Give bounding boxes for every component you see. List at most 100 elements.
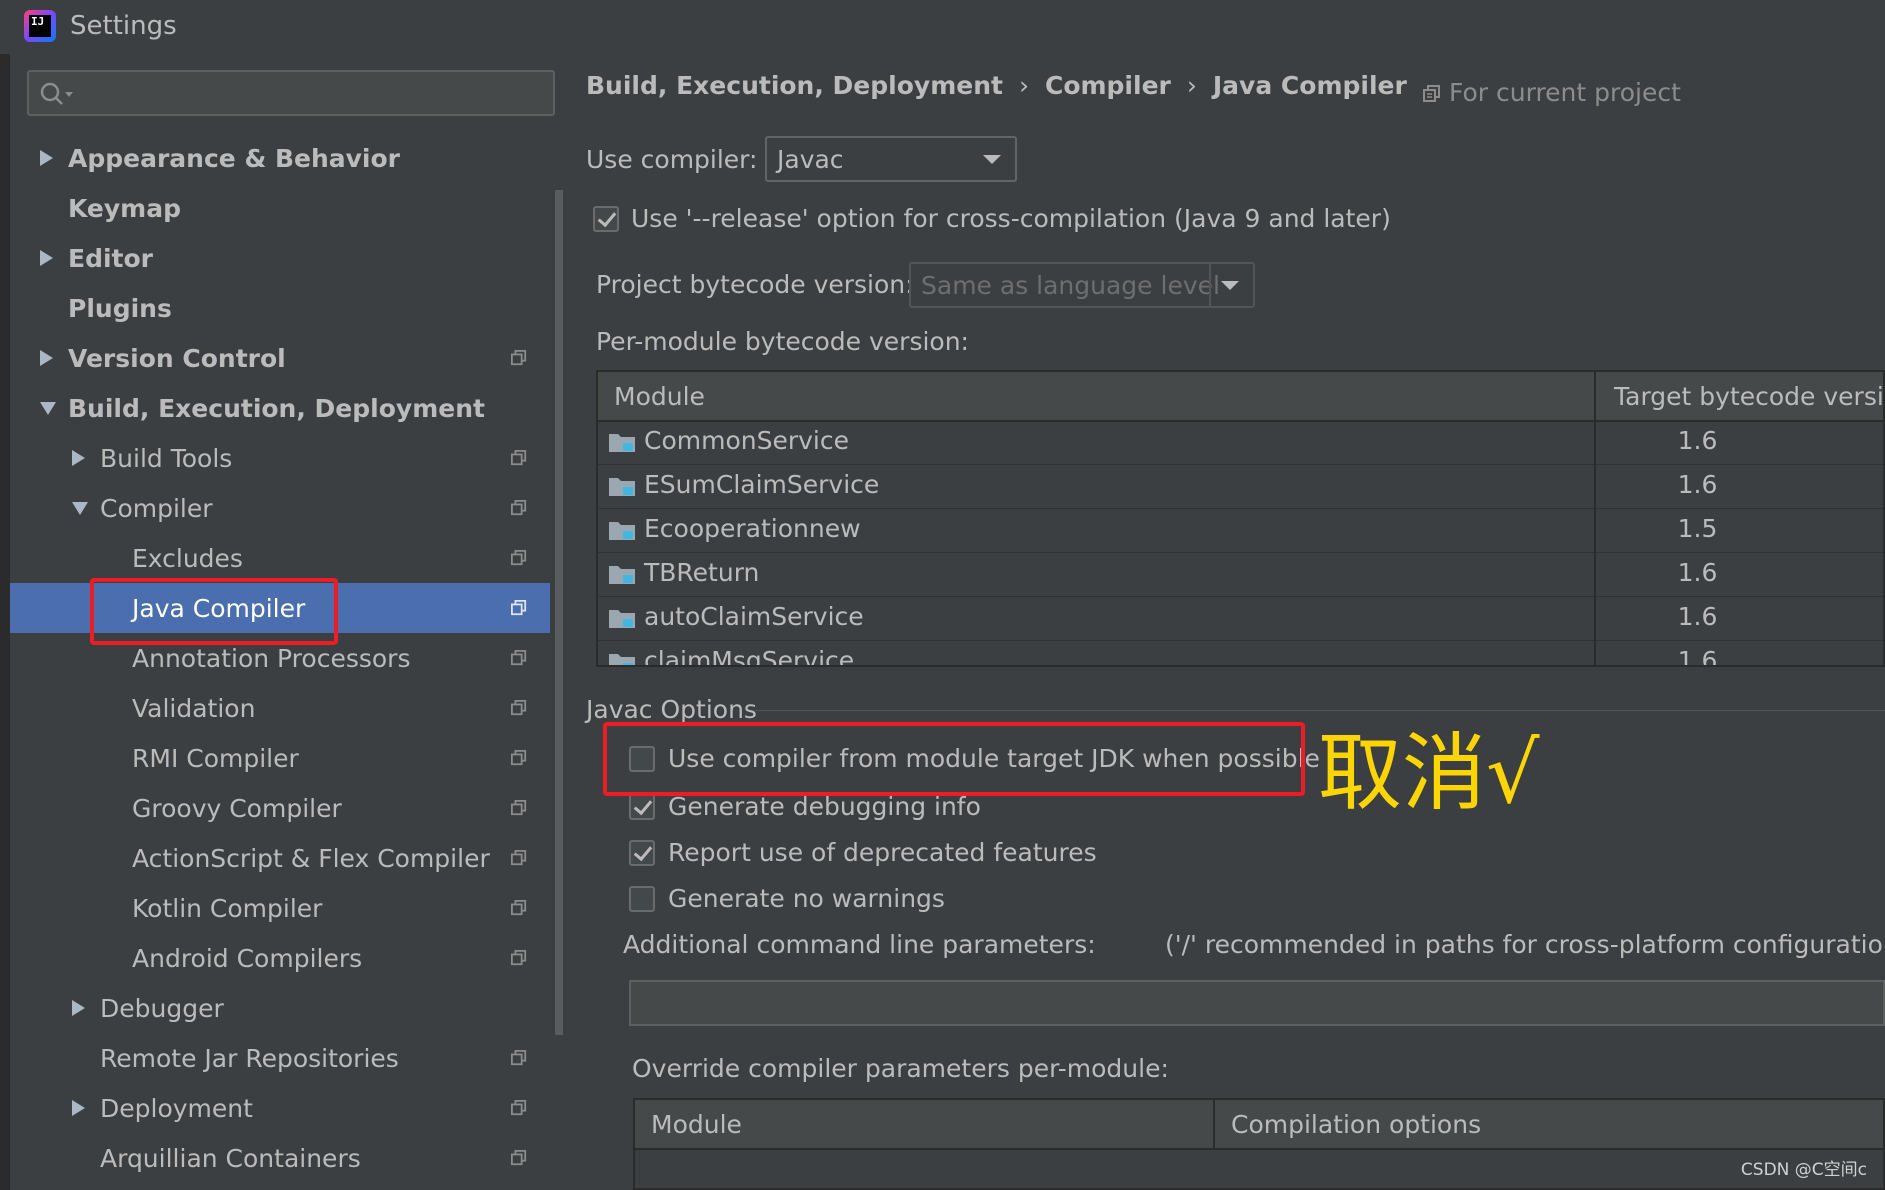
breadcrumb: Build, Execution, Deployment › Compiler › Ja… [586, 71, 1407, 100]
chevron-down-icon [983, 155, 1001, 164]
target-version[interactable]: 1.5 [1606, 514, 1789, 543]
breadcrumb-item[interactable]: Build, Execution, Deployment [586, 71, 1003, 100]
sidebar-item-label: Appearance & Behavior [68, 143, 400, 173]
column-header-module[interactable]: Module [614, 382, 705, 411]
sidebar-item-label: Validation [132, 693, 256, 723]
project-scope-icon [511, 800, 527, 816]
sidebar-item[interactable]: Validation [10, 683, 550, 733]
table-row[interactable]: Ecooperationnew 1.5 [598, 508, 1883, 553]
project-scope-icon [511, 600, 527, 616]
sidebar-item-label: Build, Execution, Deployment [68, 393, 485, 423]
sidebar-item[interactable]: Build, Execution, Deployment [10, 383, 550, 433]
sidebar-item-label: Plugins [68, 293, 172, 323]
sidebar-item-label: Android Compilers [132, 943, 363, 973]
breadcrumb-separator: › [1186, 71, 1197, 100]
use-compiler-select[interactable]: Javac [765, 136, 1017, 182]
expanded-arrow-icon[interactable] [72, 502, 88, 515]
column-header-module[interactable]: Module [651, 1110, 742, 1139]
project-scope-icon [511, 1050, 527, 1066]
table-row[interactable]: claimMsgService 1.6 [598, 640, 1883, 667]
sidebar-item[interactable]: Groovy Compiler [10, 783, 550, 833]
sidebar-item-label: Version Control [68, 343, 286, 373]
target-version[interactable]: 1.6 [1606, 426, 1789, 455]
project-scope-icon [511, 850, 527, 866]
javac-option-checkbox[interactable] [629, 794, 655, 820]
column-header-target-version[interactable]: Target bytecode version [1614, 382, 1883, 411]
collapsed-arrow-icon[interactable] [72, 1100, 85, 1116]
collapsed-arrow-icon[interactable] [72, 450, 85, 466]
module-name: claimMsgService [644, 646, 855, 667]
module-name: TBReturn [644, 558, 760, 587]
settings-tree: Appearance & Behavior Keymap Editor Plugins… [10, 133, 550, 1183]
sidebar-item-label: Keymap [68, 193, 182, 223]
sidebar-item[interactable]: Compiler [10, 483, 550, 533]
column-divider[interactable] [1594, 372, 1596, 665]
breadcrumb-item[interactable]: Compiler [1045, 71, 1171, 100]
settings-content: Build, Execution, Deployment › Compiler › Ja… [563, 54, 1885, 1190]
search-input[interactable] [79, 78, 543, 110]
for-current-project: For current project [1423, 78, 1681, 107]
column-divider[interactable] [1213, 1100, 1215, 1148]
table-row[interactable]: CommonService 1.6 [598, 420, 1883, 465]
module-name: CommonService [644, 426, 849, 455]
sidebar-item[interactable]: Deployment [10, 1083, 550, 1133]
sidebar-item[interactable]: Keymap [10, 183, 550, 233]
javac-option-checkbox[interactable] [629, 840, 655, 866]
sidebar-item[interactable]: Appearance & Behavior [10, 133, 550, 183]
javac-option-label[interactable]: Generate debugging info [668, 792, 981, 821]
additional-params-label: Additional command line parameters: [623, 930, 1096, 959]
project-scope-icon [511, 1100, 527, 1116]
sidebar-item[interactable]: ActionScript & Flex Compiler [10, 833, 550, 883]
target-version[interactable]: 1.6 [1606, 558, 1789, 587]
sidebar-item[interactable]: Version Control [10, 333, 550, 383]
sidebar-item[interactable]: Debugger [10, 983, 550, 1033]
bytecode-version-value: Same as language level [921, 270, 1220, 300]
search-box[interactable] [27, 70, 555, 116]
per-module-label: Per-module bytecode version: [596, 327, 969, 356]
javac-option-checkbox[interactable] [629, 886, 655, 912]
sidebar-item[interactable]: Remote Jar Repositories [10, 1033, 550, 1083]
expanded-arrow-icon[interactable] [40, 402, 56, 415]
additional-params-input[interactable] [629, 980, 1885, 1026]
intellij-app-icon: IJ [24, 10, 56, 42]
module-name: autoClaimService [644, 602, 864, 631]
sidebar-item-label: Compiler [100, 493, 213, 523]
javac-option-label[interactable]: Report use of deprecated features [668, 838, 1097, 867]
table-row[interactable]: ESumClaimService 1.6 [598, 464, 1883, 509]
sidebar-item[interactable]: RMI Compiler [10, 733, 550, 783]
collapsed-arrow-icon[interactable] [40, 250, 53, 266]
chevron-down-icon [1221, 281, 1239, 290]
column-header-compilation-options[interactable]: Compilation options [1231, 1110, 1481, 1139]
sidebar-item-label: Excludes [132, 543, 243, 573]
sidebar-item-label: Build Tools [100, 443, 233, 473]
sidebar-item[interactable]: Excludes [10, 533, 550, 583]
sidebar-item-label: Kotlin Compiler [132, 893, 323, 923]
sidebar-item[interactable]: Kotlin Compiler [10, 883, 550, 933]
project-scope-icon [511, 900, 527, 916]
collapsed-arrow-icon[interactable] [72, 1000, 85, 1016]
target-version[interactable]: 1.6 [1606, 470, 1789, 499]
javac-options-title: Javac Options [586, 695, 757, 724]
sidebar-item-label: Editor [68, 243, 153, 273]
module-name: Ecooperationnew [644, 514, 861, 543]
sidebar-item[interactable]: Editor [10, 233, 550, 283]
javac-option-label[interactable]: Generate no warnings [668, 884, 945, 913]
sidebar-item[interactable]: Build Tools [10, 433, 550, 483]
sidebar-item[interactable]: Arquillian Containers [10, 1133, 550, 1183]
table-row[interactable]: TBReturn 1.6 [598, 552, 1883, 597]
sidebar-item-label: Deployment [100, 1093, 253, 1123]
target-version[interactable]: 1.6 [1606, 646, 1789, 665]
override-params-label: Override compiler parameters per-module: [632, 1054, 1169, 1083]
highlight-box-target-jdk-option [603, 722, 1305, 796]
collapsed-arrow-icon[interactable] [40, 150, 53, 166]
sidebar-item[interactable]: Android Compilers [10, 933, 550, 983]
release-option-checkbox[interactable] [593, 206, 619, 232]
combo-divider [1209, 264, 1211, 306]
target-version[interactable]: 1.6 [1606, 602, 1789, 631]
collapsed-arrow-icon[interactable] [40, 350, 53, 366]
sidebar-item[interactable]: Plugins [10, 283, 550, 333]
use-compiler-value: Javac [777, 144, 844, 174]
table-row[interactable]: autoClaimService 1.6 [598, 596, 1883, 641]
project-scope-icon [511, 750, 527, 766]
bytecode-version-select[interactable]: Same as language level [909, 262, 1255, 308]
